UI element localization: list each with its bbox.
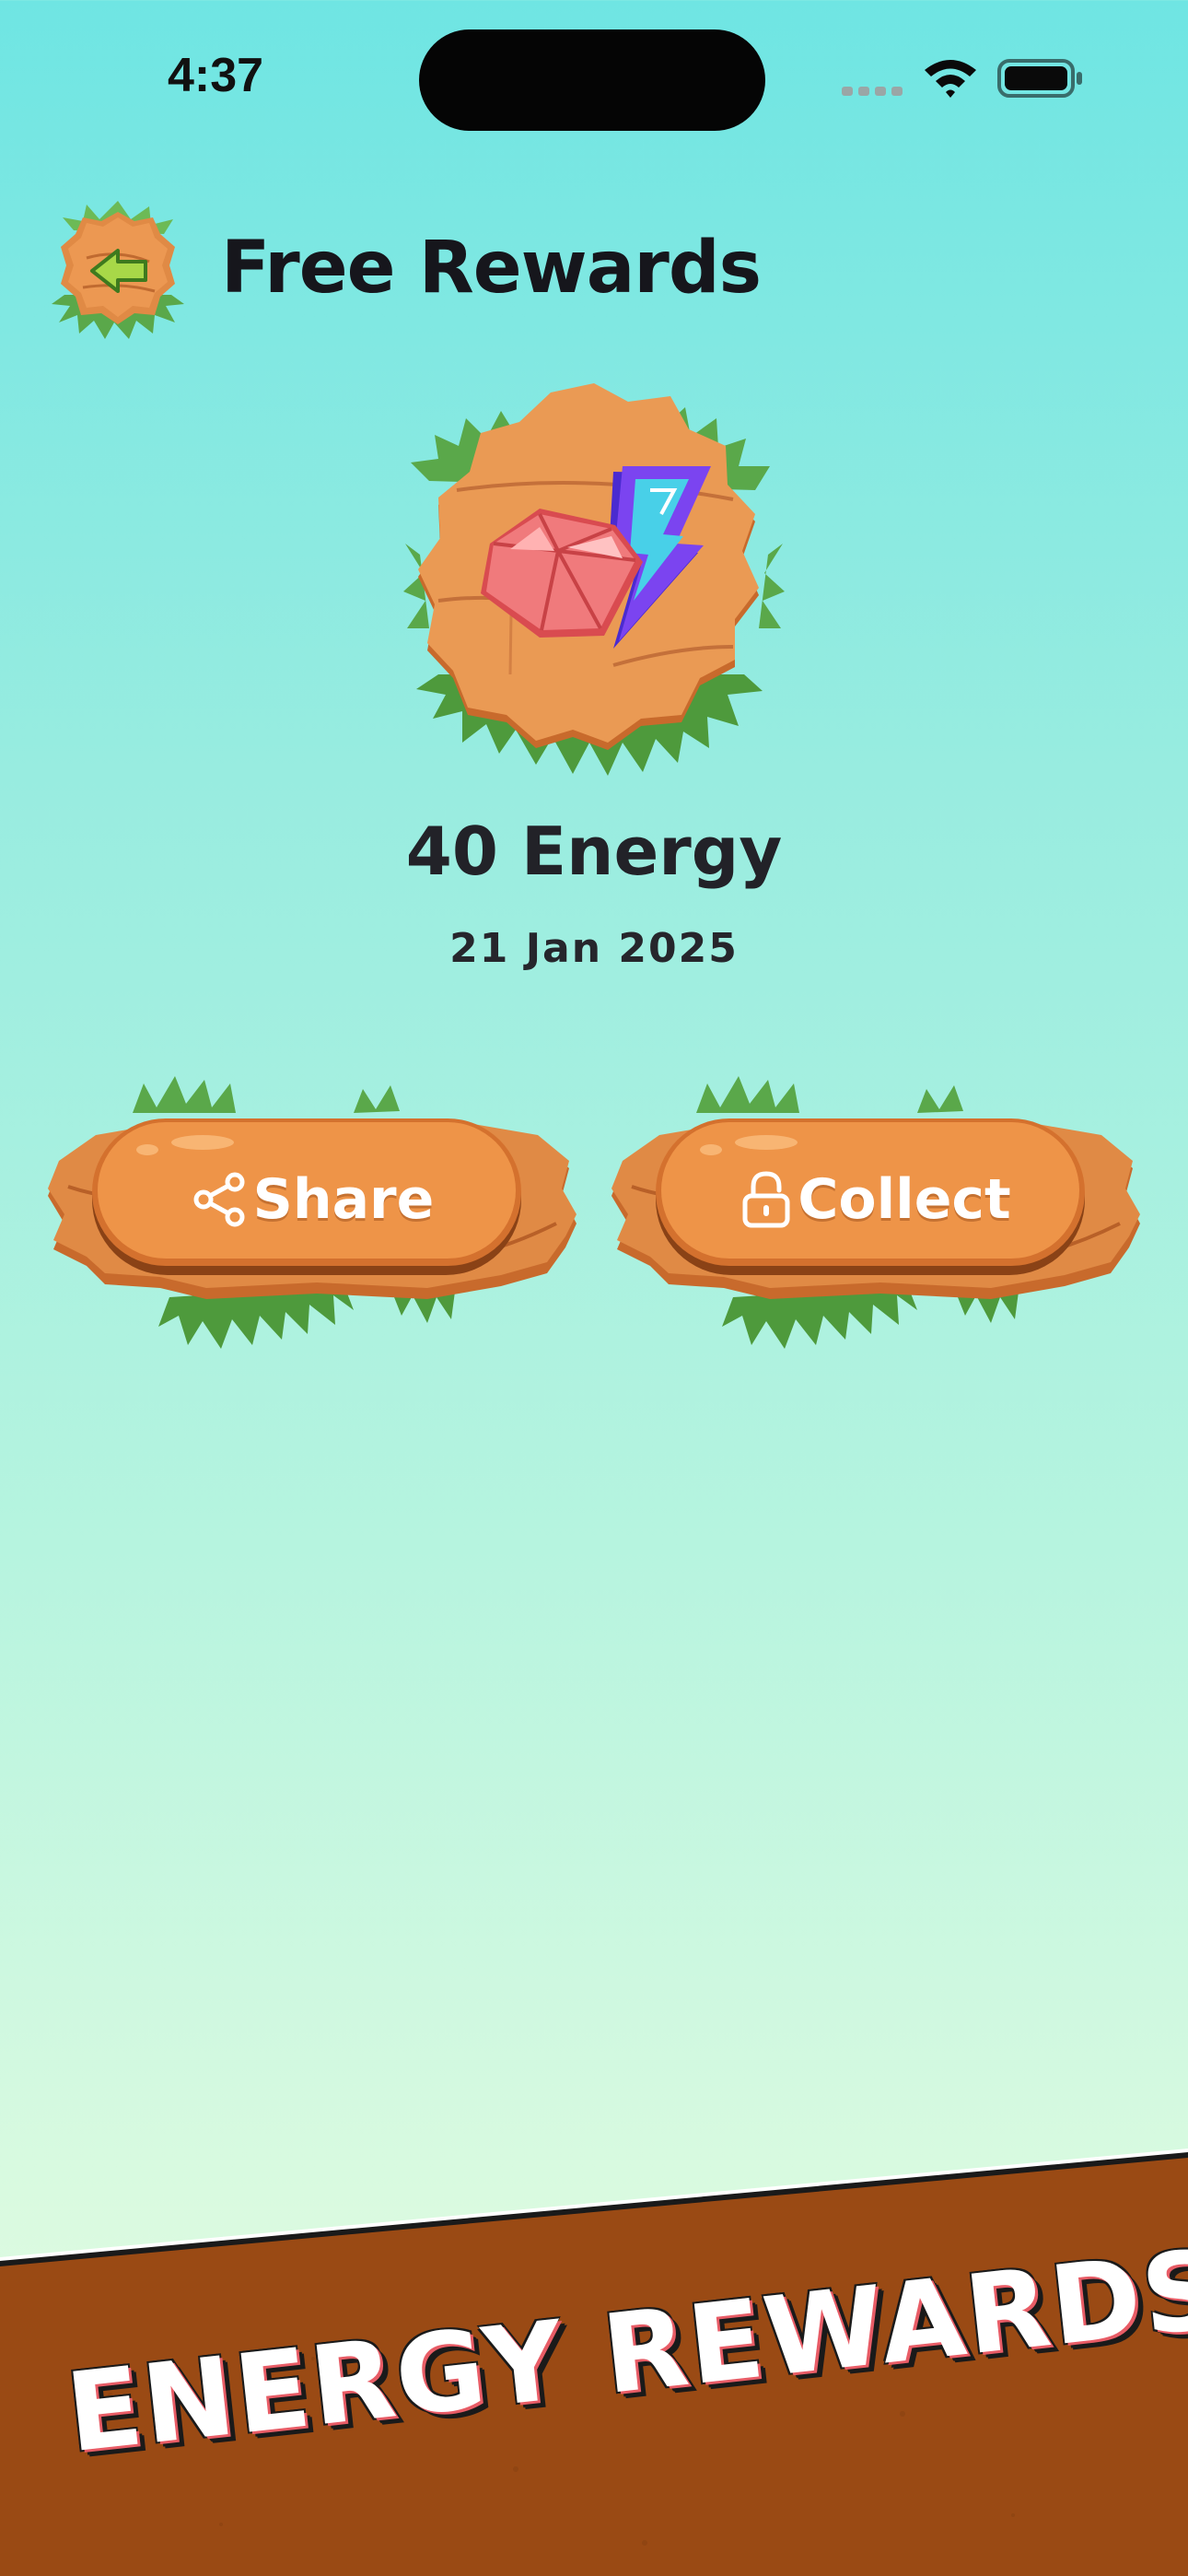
share-label: Share [252, 1167, 435, 1232]
reward-badge [402, 370, 786, 781]
back-arrow-icon [52, 201, 184, 339]
wifi-icon [925, 60, 976, 98]
collect-label: Collect [798, 1167, 1011, 1232]
dynamic-island [419, 29, 765, 131]
reward-amount: 40 Energy [405, 813, 783, 890]
collect-button[interactable]: Collect [604, 1067, 1147, 1352]
page-title: Free Rewards [221, 227, 762, 310]
back-button[interactable] [46, 193, 190, 345]
cellular-signal-icon [842, 87, 903, 96]
share-icon [193, 1172, 245, 1227]
reward-date: 21 Jan 2025 [449, 925, 739, 972]
battery-icon [997, 59, 1082, 98]
share-button-label-row: Share [41, 1153, 584, 1246]
share-button[interactable]: Share [41, 1067, 584, 1352]
collect-button-label-row: Collect [604, 1153, 1147, 1246]
lock-icon [742, 1171, 790, 1228]
status-time: 4:37 [168, 49, 264, 102]
